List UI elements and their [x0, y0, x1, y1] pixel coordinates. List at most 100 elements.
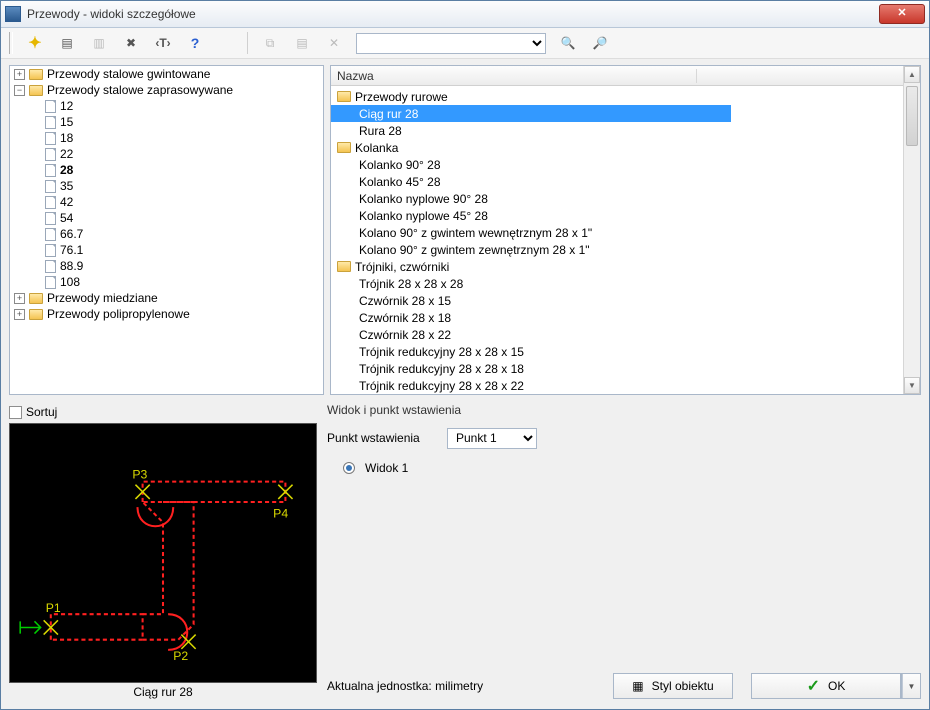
expand-icon[interactable]: + — [14, 69, 25, 80]
tree-leaf[interactable]: 18 — [30, 130, 323, 146]
tree-leaf[interactable]: 108 — [30, 274, 323, 290]
folder-icon — [29, 309, 43, 320]
list-item[interactable]: Trójnik redukcyjny 28 x 28 x 18 — [331, 360, 920, 377]
list-icon: ▥ — [89, 33, 109, 53]
page-icon — [45, 244, 56, 257]
folder-icon — [337, 261, 351, 272]
toolbar-grip-icon — [9, 32, 13, 54]
list-item[interactable]: Rura 28 — [331, 122, 920, 139]
add-icon[interactable]: ✦ — [25, 33, 45, 53]
style-button-label: Styl obiektu — [652, 679, 714, 693]
view-label: Widok 1 — [365, 461, 408, 475]
tree-leaf[interactable]: 54 — [30, 210, 323, 226]
tree-leaf[interactable]: 15 — [30, 114, 323, 130]
text-icon[interactable]: ‹T› — [153, 33, 173, 53]
footer-row: Aktualna jednostka: milimetry ▦ Styl obi… — [327, 663, 921, 699]
list-group[interactable]: Przewody rurowe — [331, 88, 920, 105]
pipe-preview-icon: P1 P2 P3 P4 — [10, 424, 316, 682]
list-body[interactable]: Przewody rurowe Ciąg rur 28 Rura 28 Kola… — [331, 86, 920, 394]
separator-icon — [247, 32, 248, 54]
object-style-button[interactable]: ▦ Styl obiektu — [613, 673, 733, 699]
tree-leaf[interactable]: 76.1 — [30, 242, 323, 258]
search-combo[interactable] — [356, 33, 546, 54]
tree-node[interactable]: + Przewody polipropylenowe — [14, 306, 323, 322]
properties-icon[interactable]: ▤ — [57, 33, 77, 53]
tree-pane: + Przewody stalowe gwintowane − Przewody… — [9, 65, 324, 395]
insertion-point-select[interactable]: Punkt 1 — [447, 428, 537, 449]
list-item[interactable]: Trójnik redukcyjny 28 x 28 x 22 — [331, 377, 920, 394]
tools-icon[interactable]: ✖ — [121, 33, 141, 53]
ok-split-button[interactable]: ▼ — [901, 673, 921, 699]
sort-checkbox[interactable] — [9, 406, 22, 419]
list-item[interactable]: Kolano 90° z gwintem zewnętrznym 28 x 1" — [331, 241, 920, 258]
sort-row: Sortuj — [9, 403, 317, 421]
view-radio[interactable] — [343, 462, 355, 474]
list-item[interactable]: Kolanko nyplowe 45° 28 — [331, 207, 920, 224]
preview-column: Sortuj — [9, 403, 317, 699]
help-icon[interactable]: ? — [185, 33, 205, 53]
column-name[interactable]: Nazwa — [337, 69, 697, 83]
paste-icon: ▤ — [292, 33, 312, 53]
page-icon — [45, 100, 56, 113]
search-icon[interactable]: 🔍 — [558, 33, 578, 53]
tree-node[interactable]: + Przewody stalowe gwintowane — [14, 66, 323, 82]
expand-icon[interactable]: + — [14, 293, 25, 304]
scroll-up-icon[interactable]: ▲ — [904, 66, 920, 83]
folder-icon — [29, 69, 43, 80]
scrollbar[interactable]: ▲ ▼ — [903, 66, 920, 394]
list-item[interactable]: Czwórnik 28 x 22 — [331, 326, 920, 343]
ok-button[interactable]: ✓ OK — [751, 673, 901, 699]
style-icon: ▦ — [632, 679, 643, 693]
list-item[interactable]: Czwórnik 28 x 18 — [331, 309, 920, 326]
tree-leaf[interactable]: 35 — [30, 178, 323, 194]
close-button[interactable]: ✕ — [879, 4, 925, 24]
bottom-area: Sortuj — [9, 399, 921, 699]
chevron-down-icon: ▼ — [902, 674, 920, 698]
tree-node[interactable]: + Przewody miedziane — [14, 290, 323, 306]
preview-caption: Ciąg rur 28 — [9, 685, 317, 699]
tree-leaf[interactable]: 88.9 — [30, 258, 323, 274]
view-row: Widok 1 — [327, 455, 921, 481]
check-icon: ✓ — [807, 676, 820, 696]
list-item[interactable]: Kolanko 45° 28 — [331, 173, 920, 190]
folder-icon — [337, 91, 351, 102]
list-header[interactable]: Nazwa — [331, 66, 920, 86]
sort-label: Sortuj — [26, 405, 57, 419]
scroll-thumb[interactable] — [906, 86, 918, 146]
page-icon — [45, 212, 56, 225]
titlebar: Przewody - widoki szczegółowe ✕ — [1, 1, 929, 28]
list-item[interactable]: Czwórnik 28 x 15 — [331, 292, 920, 309]
category-tree[interactable]: + Przewody stalowe gwintowane − Przewody… — [10, 66, 323, 322]
insertion-point-row: Punkt wstawienia Punkt 1 — [327, 425, 921, 451]
list-item[interactable]: Kolanko nyplowe 90° 28 — [331, 190, 920, 207]
scroll-down-icon[interactable]: ▼ — [904, 377, 920, 394]
unit-label: Aktualna jednostka: milimetry — [327, 679, 483, 693]
insertion-label: Punkt wstawienia — [327, 431, 437, 445]
list-item[interactable]: Kolano 90° z gwintem wewnętrznym 28 x 1" — [331, 224, 920, 241]
tree-leaf[interactable]: 66.7 — [30, 226, 323, 242]
list-item[interactable]: Kolanko 90° 28 — [331, 156, 920, 173]
page-icon — [45, 260, 56, 273]
expand-icon[interactable]: + — [14, 309, 25, 320]
top-panes: + Przewody stalowe gwintowane − Przewody… — [9, 65, 921, 395]
list-item[interactable]: Trójnik 28 x 28 x 28 — [331, 275, 920, 292]
find-next-icon[interactable]: 🔎 — [590, 33, 610, 53]
collapse-icon[interactable]: − — [14, 85, 25, 96]
list-group[interactable]: Trójniki, czwórniki — [331, 258, 920, 275]
copy-icon: ⧉ — [260, 33, 280, 53]
tree-leaf[interactable]: 22 — [30, 146, 323, 162]
window-title: Przewody - widoki szczegółowe — [27, 7, 879, 21]
point-label: P1 — [46, 601, 61, 615]
page-icon — [45, 196, 56, 209]
tree-leaf[interactable]: 42 — [30, 194, 323, 210]
tree-leaf[interactable]: 12 — [30, 98, 323, 114]
tree-leaf-selected[interactable]: 28 — [30, 162, 323, 178]
list-group[interactable]: Kolanka — [331, 139, 920, 156]
list-item[interactable]: Trójnik redukcyjny 28 x 28 x 15 — [331, 343, 920, 360]
content-area: + Przewody stalowe gwintowane − Przewody… — [1, 59, 929, 709]
dialog-window: Przewody - widoki szczegółowe ✕ ✦ ▤ ▥ ✖ … — [0, 0, 930, 710]
group-label: Widok i punkt wstawienia — [327, 403, 921, 417]
tree-node[interactable]: − Przewody stalowe zaprasowywane — [14, 82, 323, 98]
folder-icon — [29, 85, 43, 96]
app-icon — [5, 6, 21, 22]
